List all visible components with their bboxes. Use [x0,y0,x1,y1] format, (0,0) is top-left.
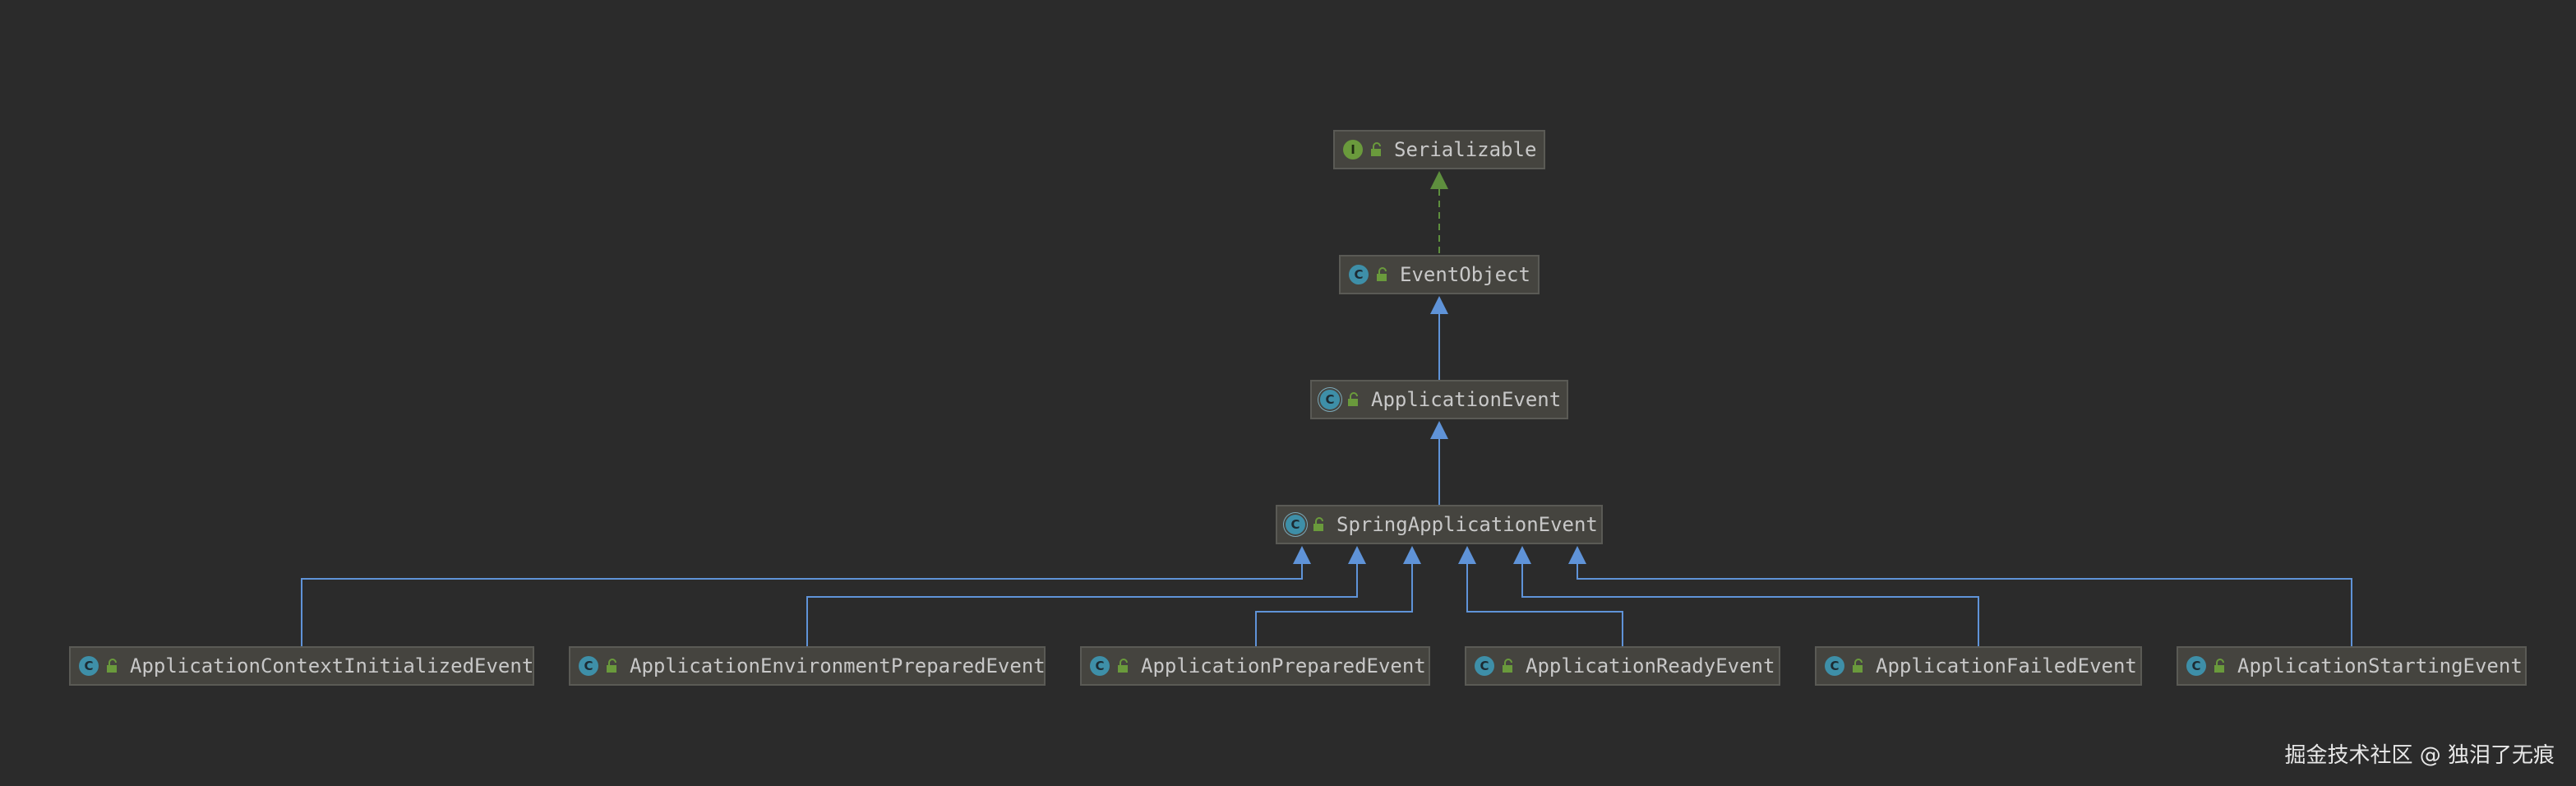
unlocked-icon [605,659,618,673]
class-icon: C [1825,656,1844,676]
extends-arrowhead [1348,546,1366,564]
interface-icon: I [1343,140,1363,160]
node-application-event[interactable]: C ApplicationEvent [1310,380,1568,419]
unlocked-icon [1312,517,1325,532]
extends-line-ready [1466,564,1623,646]
class-icon: C [79,656,99,676]
node-application-starting-event[interactable]: C ApplicationStartingEvent [2177,646,2527,686]
class-icon: C [1475,656,1494,676]
extends-arrowhead [1458,546,1476,564]
node-application-prepared-event[interactable]: C ApplicationPreparedEvent [1080,646,1430,686]
node-application-failed-event[interactable]: C ApplicationFailedEvent [1815,646,2142,686]
unlocked-icon [1369,142,1383,157]
abstract-class-icon: C [1320,390,1340,409]
node-application-environment-prepared-event[interactable]: C ApplicationEnvironmentPreparedEvent [569,646,1046,686]
node-label: ApplicationContextInitializedEvent [130,654,534,677]
extends-line-starting [1577,564,2352,646]
unlocked-icon [105,659,118,673]
node-label: ApplicationFailedEvent [1876,654,2137,677]
extends-arrowhead [1513,546,1531,564]
unlocked-icon [1346,392,1360,407]
class-icon: C [2186,656,2206,676]
unlocked-icon [1501,659,1514,673]
extends-arrowhead [1568,546,1586,564]
node-label: ApplicationReadyEvent [1526,654,1775,677]
class-icon: C [579,656,598,676]
extends-line-failed [1521,564,1979,646]
watermark: 掘金技术社区 @ 独泪了无痕 [2284,743,2555,768]
extends-line-context-initialized [301,564,1303,646]
node-label: ApplicationEnvironmentPreparedEvent [630,654,1046,677]
unlocked-icon [2213,659,2226,673]
node-serializable[interactable]: I Serializable [1333,130,1545,169]
node-label: Serializable [1394,138,1537,161]
extends-arrowhead [1403,546,1421,564]
node-application-context-initialized-event[interactable]: C ApplicationContextInitializedEvent [69,646,534,686]
class-icon: C [1090,656,1110,676]
node-label: EventObject [1400,263,1530,286]
node-label: SpringApplicationEvent [1336,513,1598,536]
extends-line-prepared [1255,564,1413,646]
unlocked-icon [1116,659,1129,673]
node-spring-application-event[interactable]: C SpringApplicationEvent [1276,505,1603,544]
extends-arrowhead [1430,421,1448,439]
unlocked-icon [1851,659,1864,673]
node-label: ApplicationStartingEvent [2237,654,2523,677]
extends-arrowhead [1293,546,1311,564]
implements-arrowhead [1430,171,1448,189]
node-label: ApplicationPreparedEvent [1141,654,1426,677]
class-icon: C [1349,265,1369,284]
extends-line-environment-prepared [806,564,1358,646]
node-application-ready-event[interactable]: C ApplicationReadyEvent [1465,646,1780,686]
extends-arrowhead [1430,296,1448,314]
abstract-class-icon: C [1286,515,1305,534]
node-event-object[interactable]: C EventObject [1339,255,1540,294]
node-label: ApplicationEvent [1371,388,1562,411]
unlocked-icon [1375,267,1388,282]
